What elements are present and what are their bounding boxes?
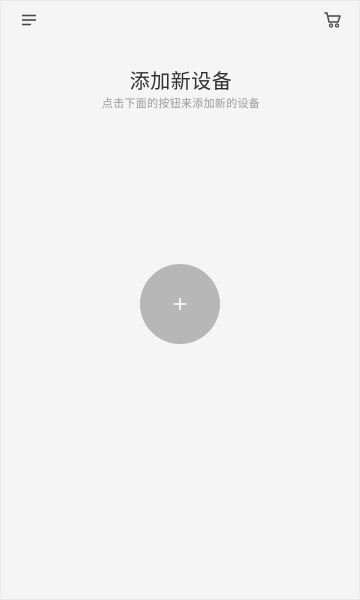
page-subtitle: 点击下面的按钮来添加新的设备 bbox=[101, 97, 261, 110]
cart-button[interactable] bbox=[321, 8, 345, 32]
menu-icon bbox=[22, 14, 36, 26]
add-device-button[interactable] bbox=[140, 264, 220, 344]
top-bar bbox=[1, 1, 360, 41]
cart-icon bbox=[324, 12, 341, 28]
plus-icon bbox=[174, 298, 186, 310]
menu-button[interactable] bbox=[17, 8, 41, 32]
page-title: 添加新设备 bbox=[129, 69, 233, 93]
app-screen: 添加新设备 点击下面的按钮来添加新的设备 bbox=[0, 0, 360, 600]
